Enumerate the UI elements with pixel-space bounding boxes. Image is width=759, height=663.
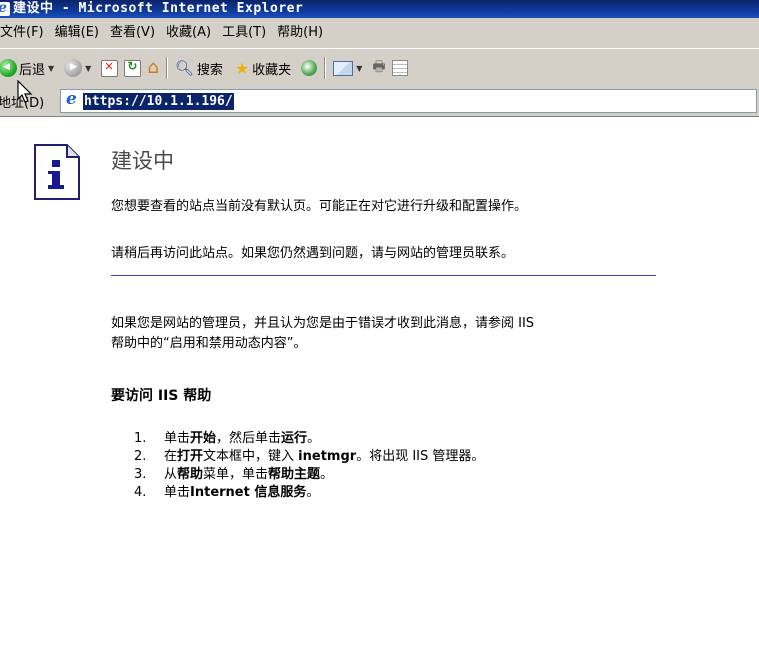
menu-file[interactable]: 文件(F) — [0, 18, 52, 48]
menu-edit[interactable]: 编辑(E) — [52, 18, 107, 48]
page-icon — [63, 89, 79, 109]
toolbar-separator — [324, 57, 327, 79]
window-title-bar[interactable]: 建设中 - Microsoft Internet Explorer — [0, 0, 759, 18]
window-title: 建设中 - Microsoft Internet Explorer — [13, 1, 304, 16]
forward-dropdown-icon[interactable]: ▼ — [85, 64, 91, 73]
address-url[interactable]: https://10.1.1.196/ — [83, 92, 234, 110]
menu-help[interactable]: 帮助(H) — [274, 18, 331, 48]
list-item: 4. 单击Internet 信息服务。 — [134, 485, 320, 500]
print-button[interactable]: 🖶︎ — [369, 53, 388, 83]
forward-arrow-icon — [64, 59, 83, 77]
address-input[interactable]: https://10.1.1.196/ — [60, 89, 757, 113]
menu-bar: 文件(F) 编辑(E) 查看(V) 收藏(A) 工具(T) 帮助(H) — [0, 18, 759, 49]
page-title: 建设中 — [111, 149, 174, 173]
edit-icon — [391, 60, 408, 76]
media-button[interactable] — [298, 53, 320, 83]
mail-button[interactable]: ▼ — [330, 53, 369, 83]
mail-icon — [333, 60, 354, 76]
list-item: 3. 从帮助菜单，单击帮助主题。 — [134, 467, 334, 482]
message-paragraph-2: 请稍后再访问此站点。如果您仍然遇到问题，请与网站的管理员联系。 — [111, 246, 515, 261]
home-icon: ⌂ — [147, 57, 159, 78]
info-icon — [34, 144, 80, 200]
menu-view[interactable]: 查看(V) — [107, 18, 163, 48]
back-dropdown-icon[interactable]: ▼ — [48, 64, 54, 73]
print-icon: 🖶︎ — [372, 59, 386, 75]
back-label: 后退 — [19, 62, 46, 78]
edit-button[interactable] — [389, 53, 411, 83]
ie-app-icon — [0, 0, 10, 17]
stop-button[interactable] — [98, 53, 121, 83]
home-button[interactable]: ⌂ — [144, 53, 161, 83]
paragraph-3-line-1: 如果您是网站的管理员，并且认为您是由于错误才收到此消息，请参阅 IIS — [111, 316, 535, 331]
address-bar: 地址(D) https://10.1.1.196/ — [0, 86, 759, 117]
forward-button[interactable]: ▼ — [61, 53, 98, 83]
favorites-button[interactable]: ★ 收藏夹 — [232, 53, 294, 83]
page-content: 建设中 您想要查看的站点当前没有默认页。可能正在对它进行升级和配置操作。 请稍后… — [0, 117, 759, 663]
help-steps-list: 1. 单击开始，然后单击运行。 2. 在打开文本框中，键入 inetmgr。将出… — [134, 430, 484, 502]
media-icon — [301, 60, 318, 76]
refresh-icon — [124, 59, 142, 77]
help-section-title: 要访问 IIS 帮助 — [111, 388, 212, 404]
search-label: 搜索 — [196, 62, 223, 78]
back-arrow-icon — [0, 59, 17, 77]
menu-tools[interactable]: 工具(T) — [219, 18, 274, 48]
paragraph-3-line-2: 帮助中的“启用和禁用动态内容”。 — [111, 336, 307, 351]
message-paragraph-1: 您想要查看的站点当前没有默认页。可能正在对它进行升级和配置操作。 — [111, 199, 528, 214]
favorites-star-icon: ★ — [234, 58, 250, 78]
mail-dropdown-icon[interactable]: ▼ — [356, 64, 362, 73]
refresh-button[interactable] — [121, 53, 144, 83]
back-button[interactable]: 后退 ▼ — [0, 53, 61, 83]
mouse-cursor-icon — [17, 80, 33, 103]
list-item: 1. 单击开始，然后单击运行。 — [134, 431, 321, 446]
search-icon: 🔍︎ — [174, 59, 194, 77]
message-paragraph-3: 如果您是网站的管理员，并且认为您是由于错误才收到此消息，请参阅 IIS 帮助中的… — [111, 314, 534, 354]
search-button[interactable]: 🔍︎ 搜索 — [172, 53, 226, 83]
list-item: 2. 在打开文本框中，键入 inetmgr。将出现 IIS 管理器。 — [134, 449, 485, 464]
toolbar: 后退 ▼ ▼ ⌂ 🔍︎ 搜索 ★ 收藏夹 ▼ 🖶︎ — [0, 48, 759, 88]
stop-icon — [101, 59, 119, 77]
menu-favorites[interactable]: 收藏(A) — [163, 18, 219, 48]
toolbar-separator — [165, 57, 168, 79]
favorites-label: 收藏夹 — [252, 62, 292, 78]
divider — [111, 275, 656, 276]
